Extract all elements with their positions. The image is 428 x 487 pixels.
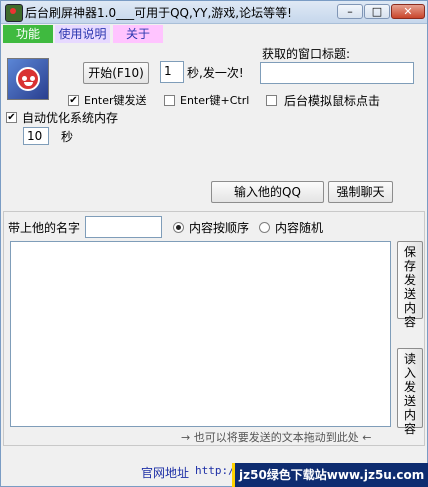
interval-input[interactable]: 1: [160, 61, 184, 83]
optimize-unit: 秒: [61, 130, 74, 144]
title-bar[interactable]: 后台刷屏神器1.0___可用于QQ,YY,游戏,论坛等等! – □ ✕: [1, 1, 427, 24]
start-button[interactable]: 开始(F10): [83, 62, 149, 84]
auto-optimize-label: 自动优化系统内存: [22, 111, 119, 125]
window-title-field[interactable]: [260, 62, 414, 84]
bg-mouse-checkbox[interactable]: [266, 95, 277, 106]
enter-send-label: Enter键发送: [84, 94, 147, 107]
tab-functions[interactable]: 功能: [3, 25, 53, 43]
optimize-interval-input[interactable]: 10: [23, 127, 49, 145]
drag-hint: → 也可以将要发送的文本拖动到此处 ←: [181, 431, 372, 444]
tab-instructions[interactable]: 使用说明: [55, 25, 110, 43]
message-textarea[interactable]: [10, 241, 391, 427]
tab-about[interactable]: 关于: [113, 25, 163, 43]
maximize-button[interactable]: □: [364, 4, 390, 19]
interval-suffix: 秒,发一次!: [187, 66, 244, 80]
input-qq-button[interactable]: 输入他的QQ: [211, 181, 324, 203]
watermark-banner: jz50绿色下载站www.jz5u.com: [232, 463, 428, 487]
app-icon: [5, 4, 23, 22]
website-label[interactable]: 官网地址: [141, 464, 189, 481]
force-chat-button[interactable]: 强制聊天: [328, 181, 393, 203]
save-content-button[interactable]: 保存发送内容: [397, 241, 423, 329]
menu-bar: 功能 使用说明 关于: [2, 24, 427, 44]
enter-send-checkbox[interactable]: ✔: [68, 95, 79, 106]
app-window: 后台刷屏神器1.0___可用于QQ,YY,游戏,论坛等等! – □ ✕ 功能 使…: [0, 0, 428, 487]
enter-ctrl-checkbox[interactable]: [164, 95, 175, 106]
window-title-label: 获取的窗口标题:: [262, 47, 351, 61]
auto-optimize-checkbox[interactable]: ✔: [6, 112, 17, 123]
random-radio-label: 内容随机: [275, 221, 324, 235]
name-input[interactable]: [85, 216, 162, 238]
order-radio[interactable]: [173, 222, 184, 233]
logo-face-icon: [7, 58, 49, 100]
enter-ctrl-label: Enter键+Ctrl: [180, 94, 250, 107]
window-title: 后台刷屏神器1.0___可用于QQ,YY,游戏,论坛等等!: [25, 6, 292, 20]
bg-mouse-label: 后台模拟鼠标点击: [284, 94, 381, 108]
order-radio-label: 内容按顺序: [189, 221, 250, 235]
random-radio[interactable]: [259, 222, 270, 233]
close-button[interactable]: ✕: [391, 4, 425, 19]
name-label: 带上他的名字: [8, 221, 81, 235]
load-content-button[interactable]: 读入发送内容: [397, 348, 423, 436]
minimize-button[interactable]: –: [337, 4, 363, 19]
